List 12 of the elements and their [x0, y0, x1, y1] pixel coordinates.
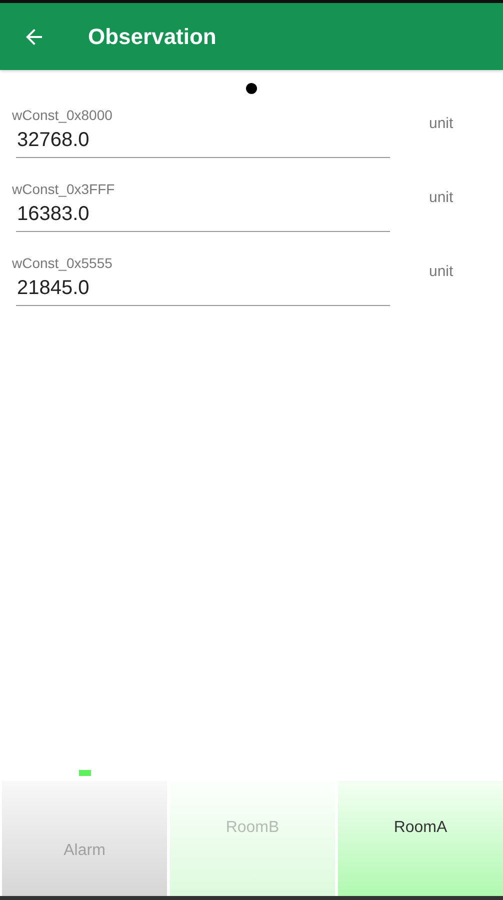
field-label: wConst_0x8000: [12, 107, 112, 123]
value-field[interactable]: 21845.0: [16, 271, 390, 306]
unit-label: unit: [429, 115, 454, 132]
unit-label: unit: [429, 263, 454, 280]
field-label: wConst_0x5555: [12, 255, 112, 271]
value-field[interactable]: 16383.0: [16, 197, 390, 232]
screen-title: Observation: [88, 24, 216, 50]
bottom-tab[interactable]: RoomA: [338, 781, 503, 896]
unit-label: unit: [429, 189, 454, 206]
page-indicator-dot: [246, 83, 257, 94]
field-label: wConst_0x3FFF: [12, 181, 115, 197]
value-field[interactable]: 32768.0: [16, 123, 390, 158]
